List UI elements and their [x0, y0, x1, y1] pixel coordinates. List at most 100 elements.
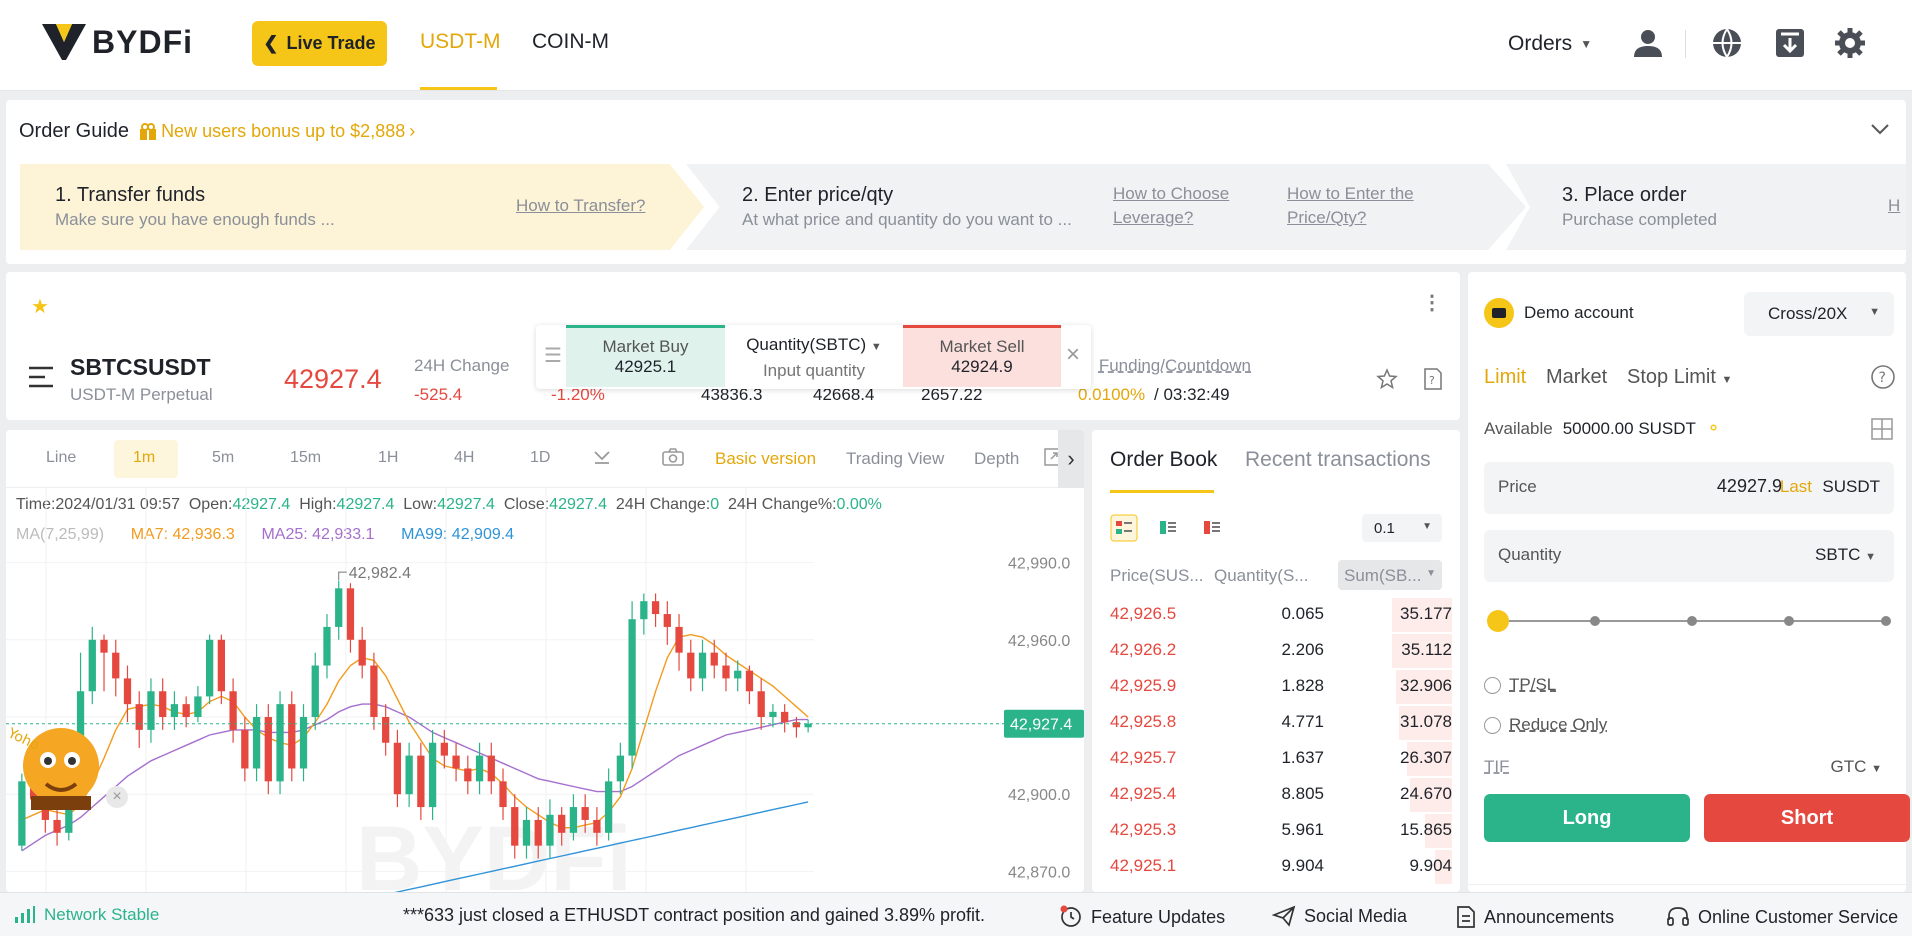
margin-mode-select[interactable]: Cross/20X ▼: [1744, 292, 1894, 336]
collapse-chevron-icon[interactable]: [1870, 122, 1890, 136]
tab-active-underline: [1110, 490, 1214, 493]
star-outline-icon[interactable]: [1376, 368, 1398, 390]
slider-stop: [1881, 616, 1891, 626]
market-sell-button[interactable]: Market Sell 42924.9: [903, 325, 1061, 387]
candle: [511, 807, 519, 846]
candle: [804, 723, 812, 728]
order-book-row[interactable]: 42,925.9 1.828 32.906: [1110, 668, 1452, 704]
tab-coin-m[interactable]: COIN-M: [532, 30, 609, 54]
candlestick-chart[interactable]: BYDFi42,990.042,960.042,900.042,870.042,…: [6, 430, 1084, 892]
peak-label: 42,982.4: [349, 565, 411, 582]
candle: [159, 691, 167, 717]
feature-updates-link[interactable]: Feature Updates: [1059, 905, 1225, 929]
brand-logo[interactable]: BYDFi: [42, 22, 193, 62]
help-doc-icon[interactable]: ?: [1422, 367, 1444, 391]
signal-icon: [15, 906, 35, 923]
refresh-badge-icon: [1060, 905, 1081, 927]
symbol-name[interactable]: SBTCSUSDT: [70, 354, 211, 381]
short-button[interactable]: Short: [1704, 794, 1910, 842]
candle: [604, 781, 613, 833]
gear-icon[interactable]: [1833, 26, 1867, 60]
tab-recent-transactions[interactable]: Recent transactions: [1245, 448, 1431, 472]
order-book-row[interactable]: 42,926.5 0.065 35.177: [1110, 596, 1452, 632]
precision-select[interactable]: 0.1 ▼: [1362, 514, 1442, 542]
favorite-star-icon[interactable]: ★: [31, 294, 49, 319]
order-book-row[interactable]: 42,925.8 4.771 31.078: [1110, 704, 1452, 740]
quantity-slider[interactable]: [1484, 606, 1898, 636]
slider-stop: [1590, 616, 1600, 626]
tab-order-book[interactable]: Order Book: [1110, 448, 1217, 472]
top-nav: BYDFi ❮ Live Trade USDT-M COIN-M Orders …: [0, 0, 1912, 91]
price-field[interactable]: Price 42927.9 Last SUSDT: [1484, 462, 1894, 514]
last-price-button[interactable]: Last: [1780, 477, 1812, 497]
customer-service-link[interactable]: Online Customer Service: [1666, 905, 1898, 929]
quantity-unit-select[interactable]: Quantity(SBTC) ▼: [725, 335, 903, 355]
market-buy-button[interactable]: Market Buy 42925.1: [566, 325, 725, 387]
header-quantity: Quantity(S...: [1214, 566, 1309, 585]
bonus-link[interactable]: New users bonus up to $2,888 ›: [139, 121, 415, 142]
tpsl-checkbox[interactable]: TP/SL: [1484, 675, 1556, 695]
tif-select[interactable]: GTC ▼: [1830, 757, 1882, 777]
quick-quantity-input[interactable]: [735, 361, 893, 381]
drag-handle-icon[interactable]: ☰: [544, 343, 562, 368]
header-sum-select[interactable]: Sum(SB... ▼: [1338, 560, 1442, 590]
quantity-field[interactable]: Quantity SBTC ▼: [1484, 530, 1894, 582]
ask-sum: 15.865: [1400, 820, 1452, 839]
reduce-only-checkbox[interactable]: Reduce Only: [1484, 715, 1607, 735]
ask-quantity: 1.637: [1281, 748, 1324, 767]
funding-label[interactable]: Funding/Countdown: [1086, 356, 1251, 376]
how-to-transfer-link[interactable]: How to Transfer?: [516, 194, 645, 218]
candle: [687, 652, 695, 679]
book-asks-icon[interactable]: [1198, 514, 1226, 542]
candle: [522, 819, 531, 846]
long-button[interactable]: Long: [1484, 794, 1690, 842]
ask-price: 42,925.4: [1110, 784, 1177, 803]
order-book-row[interactable]: 42,925.7 1.637 26.307: [1110, 740, 1452, 776]
transfer-icon[interactable]: ⚬: [1706, 418, 1721, 439]
globe-icon[interactable]: [1710, 26, 1744, 60]
price-value[interactable]: 42927.9: [1717, 476, 1782, 497]
orders-menu[interactable]: Orders ▼: [1508, 32, 1592, 56]
order-type-stop-limit[interactable]: Stop Limit ▼: [1627, 366, 1732, 389]
ask-quantity: 2.206: [1281, 640, 1324, 659]
user-icon[interactable]: [1631, 26, 1665, 60]
chevron-right-icon: ›: [409, 121, 416, 141]
candle: [276, 704, 284, 782]
announcements-link[interactable]: Announcements: [1456, 905, 1614, 929]
svg-text:Yoho: Yoho: [6, 725, 42, 754]
close-icon[interactable]: ×: [1066, 341, 1080, 369]
how-to-choose-leverage-link[interactable]: How to Choose Leverage?: [1113, 182, 1229, 230]
order-book-row[interactable]: 42,925.4 8.805 24.670: [1110, 776, 1452, 812]
quantity-unit-select[interactable]: SBTC ▼: [1815, 545, 1876, 565]
book-both-icon[interactable]: [1110, 514, 1138, 542]
help-circle-icon[interactable]: ?: [1870, 364, 1896, 390]
caret-down-icon: ▼: [1422, 521, 1432, 532]
bydfi-logo-icon: [42, 24, 86, 60]
close-icon[interactable]: ×: [106, 786, 128, 808]
calculator-icon[interactable]: [1870, 417, 1894, 441]
more-vertical-icon[interactable]: ⋮: [1422, 290, 1442, 315]
social-media-link[interactable]: Social Media: [1272, 905, 1407, 927]
candle: [757, 691, 765, 717]
live-trade-button[interactable]: ❮ Live Trade: [252, 21, 387, 66]
slider-thumb[interactable]: [1487, 610, 1509, 632]
tab-usdt-m[interactable]: USDT-M: [420, 30, 501, 54]
candle: [135, 704, 143, 730]
order-type-limit[interactable]: Limit: [1484, 366, 1526, 389]
how-to-enter-price-link[interactable]: How to Enter the Price/Qty?: [1287, 182, 1414, 230]
book-bids-icon[interactable]: [1154, 514, 1182, 542]
order-book-row[interactable]: 42,926.2 2.206 35.112: [1110, 632, 1452, 668]
candle: [769, 711, 777, 717]
order-type-market[interactable]: Market: [1546, 366, 1607, 389]
order-book-row[interactable]: 42,925.1 9.904 9.904: [1110, 848, 1452, 884]
ask-price: 42,925.3: [1110, 820, 1177, 839]
mascot-badge[interactable]: Yoho ×: [6, 716, 128, 826]
market-buy-price: 42925.1: [614, 357, 677, 376]
account-selector[interactable]: Demo account: [1484, 298, 1634, 328]
document-icon: [1457, 906, 1475, 928]
guide-help-link[interactable]: H: [1888, 194, 1900, 218]
symbol-menu-icon[interactable]: [28, 366, 54, 388]
order-book-row[interactable]: 42,925.3 5.961 15.865: [1110, 812, 1452, 848]
radio-icon: [1484, 716, 1501, 734]
download-icon[interactable]: [1773, 26, 1807, 60]
